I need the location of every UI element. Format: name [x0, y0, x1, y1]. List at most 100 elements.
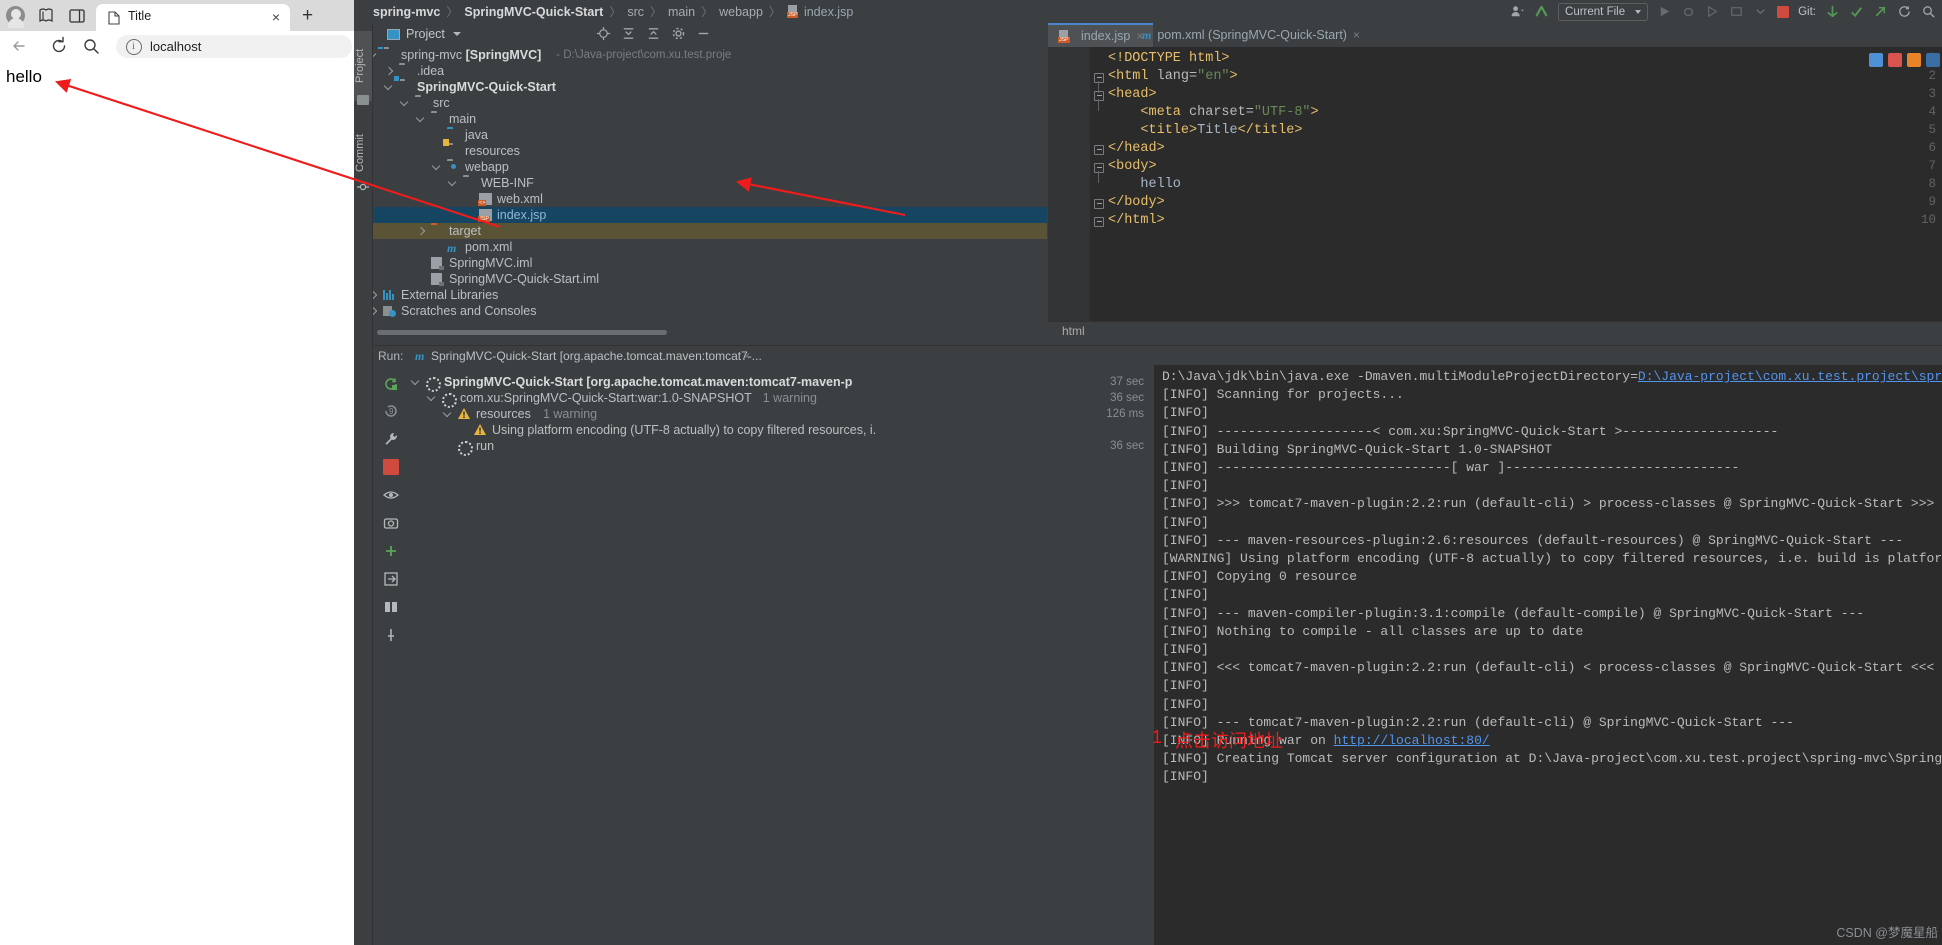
debug-icon[interactable] — [1681, 4, 1696, 19]
chevron-right-icon[interactable] — [417, 227, 426, 236]
reload-icon[interactable] — [48, 35, 70, 57]
chevron-down-icon[interactable] — [453, 32, 461, 36]
tree-row[interactable]: .idea — [373, 63, 1047, 79]
chevron-down-icon[interactable] — [412, 378, 421, 387]
rerun-icon[interactable] — [383, 376, 399, 392]
chevron-down-icon[interactable] — [428, 394, 437, 403]
pin-icon[interactable] — [383, 627, 399, 643]
browser-edge-icon[interactable] — [1869, 53, 1883, 67]
rerun-failed-icon[interactable]: 9 — [383, 403, 399, 419]
fold-marker[interactable] — [1094, 217, 1104, 227]
tool-tab-project[interactable]: Project — [354, 31, 372, 101]
back-arrow-icon[interactable] — [8, 35, 30, 57]
profiler-icon[interactable] — [1729, 4, 1744, 19]
run-build-tree[interactable]: SpringMVC-Quick-Start [org.apache.tomcat… — [410, 365, 1154, 945]
breadcrumb-item-main[interactable]: main — [663, 5, 700, 19]
fold-marker[interactable] — [1094, 163, 1104, 183]
settings-wrench-icon[interactable] — [383, 431, 399, 447]
code-editor[interactable]: 12345678910 <!DOCTYPE html><html lang="e… — [1048, 47, 1942, 321]
run-coverage-icon[interactable] — [1705, 4, 1720, 19]
build-tree-row[interactable]: Using platform encoding (UTF-8 actually)… — [410, 422, 1154, 438]
browser-tab[interactable]: Title × — [96, 4, 290, 31]
close-icon[interactable]: × — [1353, 28, 1360, 42]
more-run-icon[interactable] — [1753, 4, 1768, 19]
tree-row[interactable]: resources — [373, 139, 1047, 159]
layout-icon[interactable] — [383, 599, 399, 615]
code-content[interactable]: <!DOCTYPE html> <html lang="en"> <head> <m… — [1108, 47, 1942, 321]
chevron-down-icon[interactable] — [444, 410, 453, 419]
browser-ie-icon[interactable] — [1926, 53, 1940, 67]
tree-row[interactable]: External Libraries — [373, 287, 1047, 303]
tree-row[interactable]: main — [373, 111, 1047, 127]
settings-gear-icon[interactable] — [671, 26, 686, 41]
green-arrow-icon[interactable] — [1534, 4, 1549, 19]
chevron-down-icon[interactable] — [401, 99, 410, 108]
tree-row[interactable]: src — [373, 95, 1047, 111]
tool-tab-commit[interactable]: Commit — [354, 118, 372, 188]
tree-row[interactable]: spring-mvc [SpringMVC] - D:\Java-project\… — [373, 47, 1047, 63]
browser-firefox-icon[interactable] — [1907, 53, 1921, 67]
eye-icon[interactable] — [383, 487, 399, 503]
locate-icon[interactable] — [596, 26, 611, 41]
export-icon[interactable] — [383, 571, 399, 587]
browser-chrome-icon[interactable] — [1888, 53, 1902, 67]
run-icon[interactable] — [1657, 4, 1672, 19]
tree-row[interactable]: JSP index.jsp — [373, 207, 1047, 223]
address-bar[interactable]: i localhost — [116, 35, 352, 58]
editor-tab-pom-xml[interactable]: m pom.xml (SpringMVC-Quick-Start) × — [1132, 23, 1370, 47]
search-everywhere-icon[interactable] — [1921, 4, 1936, 19]
push-icon[interactable] — [1873, 4, 1888, 19]
history-icon[interactable] — [1897, 4, 1912, 19]
chevron-down-icon[interactable] — [385, 83, 394, 92]
add-icon[interactable] — [383, 543, 399, 559]
build-tree-row[interactable]: SpringMVC-Quick-Start [org.apache.tomcat… — [410, 374, 1154, 392]
breadcrumb-item-webapp[interactable]: webapp — [714, 5, 768, 19]
chevron-down-icon[interactable] — [417, 115, 426, 124]
commit-icon[interactable] — [1849, 4, 1864, 19]
user-icon[interactable] — [1510, 4, 1525, 19]
fold-marker[interactable] — [1094, 199, 1104, 209]
update-project-icon[interactable] — [1825, 4, 1840, 19]
stop-icon[interactable] — [1777, 5, 1790, 18]
close-icon[interactable]: × — [272, 9, 280, 25]
tree-row[interactable]: webapp — [373, 159, 1047, 175]
build-tree-row[interactable]: com.xu:SpringMVC-Quick-Start:war:1.0-SNA… — [410, 390, 1154, 408]
tree-row[interactable]: <> web.xml — [373, 191, 1047, 207]
breadcrumb-item-src[interactable]: src — [622, 5, 649, 19]
tree-row[interactable]: target — [373, 223, 1047, 239]
search-icon[interactable] — [80, 35, 102, 57]
chevron-down-icon[interactable] — [373, 51, 378, 60]
site-info-icon[interactable]: i — [126, 39, 142, 55]
chevron-right-icon[interactable] — [373, 307, 378, 316]
tree-row[interactable]: Scratches and Consoles — [373, 303, 1047, 319]
expand-all-icon[interactable] — [621, 26, 636, 41]
close-icon[interactable]: × — [743, 349, 750, 363]
camera-icon[interactable] — [383, 515, 399, 531]
console-link[interactable]: D:\Java-project\com.xu.test.project\spri… — [1638, 369, 1942, 384]
breadcrumb-item-spring-mvc[interactable]: spring-mvc — [368, 5, 445, 19]
collapse-all-icon[interactable] — [646, 26, 661, 41]
editor-gutter[interactable] — [1048, 47, 1090, 321]
split-screen-icon[interactable] — [68, 7, 86, 25]
tree-row[interactable]: WEB-INF — [373, 175, 1047, 191]
breadcrumb-item-index-jsp[interactable]: JSP index.jsp — [782, 4, 858, 19]
stop-icon[interactable] — [383, 459, 399, 475]
chevron-down-icon[interactable] — [449, 179, 458, 188]
scrollbar-thumb[interactable] — [377, 330, 667, 335]
tree-row[interactable]: m pom.xml — [373, 239, 1047, 255]
run-config-selector[interactable]: Current File — [1558, 2, 1649, 21]
chevron-right-icon[interactable] — [373, 291, 378, 300]
tree-row[interactable]: SpringMVC.iml — [373, 255, 1047, 271]
console-link[interactable]: http://localhost:80/ — [1334, 733, 1490, 748]
tree-row[interactable]: SpringMVC-Quick-Start.iml — [373, 271, 1047, 287]
build-tree-row[interactable]: resources 1 warning 126 ms — [410, 406, 1154, 422]
tree-row[interactable]: java — [373, 127, 1047, 143]
avatar-icon[interactable] — [6, 6, 25, 28]
collections-icon[interactable] — [36, 7, 56, 25]
build-tree-row[interactable]: run 36 sec — [410, 438, 1154, 456]
hide-panel-icon[interactable] — [696, 26, 711, 41]
fold-marker[interactable] — [1094, 91, 1104, 111]
new-tab-button[interactable]: + — [302, 6, 313, 25]
tree-row[interactable]: SpringMVC-Quick-Start — [373, 75, 1047, 95]
chevron-down-icon[interactable] — [433, 163, 442, 172]
